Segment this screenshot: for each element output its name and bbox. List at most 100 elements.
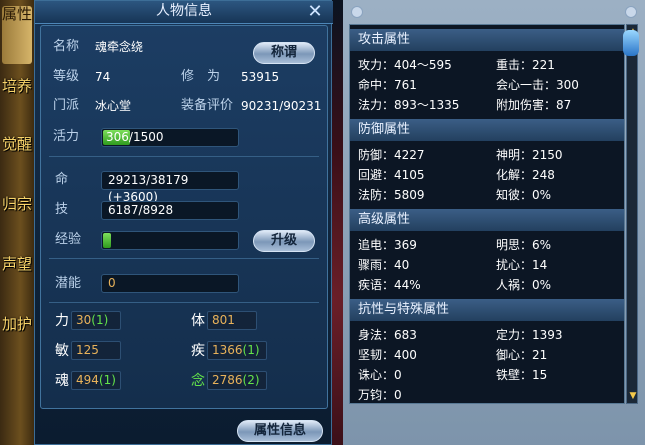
attribute-info-button[interactable]: 属性信息 [237,420,323,442]
tab-attributes[interactable]: 属性 [2,6,32,64]
attr-value: 801 [212,313,235,327]
stat-cell: 附加伤害：87 [496,98,572,112]
stat-cell: 化解：248 [496,168,555,182]
stat-cell: 诛心：0 [358,368,402,382]
stat-cell: 身法：683 [358,328,417,342]
attr-agility-value[interactable]: 125 [71,341,121,360]
upgrade-button[interactable]: 升级 [253,230,315,252]
stat-cell: 骤雨：40 [358,258,410,272]
attr-value: 2786 [212,373,243,387]
attr-bonus: (1) [242,343,260,357]
attr-soul-value[interactable]: 494(1) [71,371,121,390]
attr-constitution-label: 体 [191,313,205,329]
level-value: 74 [95,70,111,84]
section-resist-header: 抗性与特殊属性 [350,299,624,321]
attr-value: 494 [76,373,99,387]
corner-ornament-icon [351,6,363,18]
tab-return-sect[interactable]: 归宗 [2,196,32,236]
stat-cell: 法力：893～1335 [358,98,460,112]
window-title: 人物信息 [35,1,333,24]
section-attack-header: 攻击属性 [350,29,624,51]
stat-cell: 会心一击：300 [496,78,579,92]
vitality-label: 活力 [53,129,80,144]
stat-cell: 明思：6% [496,238,552,252]
attr-strength-value[interactable]: 30(1) [71,311,121,330]
name-label: 名称 [53,39,80,54]
tab-blessing[interactable]: 加护 [2,316,32,356]
tab-label: 培养 [2,77,33,95]
attr-agility-label: 敏 [55,343,69,359]
attr-speed-value[interactable]: 1366(1) [207,341,267,360]
stat-cell: 定力：1393 [496,328,563,342]
stat-cell: 扰心：14 [496,258,548,272]
hp-value: 29213/38179 (+3600) [101,171,239,204]
attribute-list: 攻击属性 攻力：404～595 重击：221 命中：761 会心一击：300 法… [349,24,625,404]
attr-mind-label: 念 [191,373,205,389]
vitality-value: 306/1500 [106,130,164,144]
skill-label: 技 [55,202,69,217]
stat-cell: 知彼：0% [496,188,552,202]
equip-score-label: 装备评价 [181,98,234,113]
attr-bonus: (1) [91,313,109,327]
tab-cultivate[interactable]: 培养 [2,78,32,118]
character-info-panel: 人物信息 ✕ 名称 魂牵念绕 称谓 等级 74 修 为 53915 门派 冰心堂… [34,0,333,445]
stat-cell: 重击：221 [496,58,555,72]
stat-cell: 回避：4105 [358,168,425,182]
scroll-down-icon[interactable]: ▼ [628,391,638,401]
sect-value: 冰心堂 [95,99,132,113]
tab-awaken[interactable]: 觉醒 [2,136,32,176]
side-tab-bar: 属性 培养 觉醒 归宗 声望 加护 [0,0,34,445]
stat-cell: 铁壁：15 [496,368,548,382]
attr-strength-label: 力 [55,313,69,329]
tab-label: 加护 [2,315,33,333]
attr-speed-label: 疾 [191,343,205,359]
tab-label: 属性 [2,5,33,23]
skill-value: 6187/8928 [101,201,239,220]
potential-label: 潜能 [55,276,82,291]
stat-cell: 御心：21 [496,348,548,362]
stat-cell: 追电：369 [358,238,417,252]
attr-value: 30 [76,313,92,327]
attr-constitution-value[interactable]: 801 [207,311,257,330]
divider [49,156,319,157]
info-body: 名称 魂牵念绕 称谓 等级 74 修 为 53915 门派 冰心堂 装备评价 9… [40,25,328,409]
attr-soul-label: 魂 [55,373,69,389]
tab-reputation[interactable]: 声望 [2,256,32,296]
tab-label: 觉醒 [2,135,33,153]
attr-value: 125 [76,343,99,357]
divider [49,258,319,259]
exp-bar [101,231,239,250]
stat-cell: 命中：761 [358,78,417,92]
attr-bonus: (2) [242,373,260,387]
section-defense-header: 防御属性 [350,119,624,141]
gem-ornament-icon [623,30,639,56]
stat-cell: 坚韧：400 [358,348,417,362]
stat-cell: 防御：4227 [358,148,425,162]
tab-label: 归宗 [2,195,33,213]
cultivation-value: 53915 [241,70,280,84]
exp-label: 经验 [55,232,82,247]
divider [49,302,319,303]
attr-value: 1366 [212,343,243,357]
title-button[interactable]: 称谓 [253,42,315,64]
level-label: 等级 [53,69,80,84]
vitality-bar: 306/1500 [101,128,239,147]
sect-label: 门派 [53,98,80,113]
attr-mind-value[interactable]: 2786(2) [207,371,267,390]
stat-cell: 神明：2150 [496,148,563,162]
equip-score-value: 90231/90231 [241,99,322,113]
cultivation-label: 修 为 [181,69,221,84]
exp-fill [103,233,112,248]
attr-bonus: (1) [98,373,116,387]
stat-cell: 法防：5809 [358,188,425,202]
stat-cell: 疾语：44% [358,278,421,292]
potential-value: 0 [101,274,239,293]
tab-label: 声望 [2,255,33,273]
close-icon[interactable]: ✕ [305,2,325,22]
stat-cell: 人祸：0% [496,278,552,292]
attribute-detail-panel: 攻击属性 攻力：404～595 重击：221 命中：761 会心一击：300 法… [343,0,645,445]
attribute-scrollbar[interactable]: ▲ ▼ [626,24,638,404]
stat-cell: 攻力：404～595 [358,58,452,72]
stat-cell: 万钧：0 [358,388,402,402]
name-value: 魂牵念绕 [95,40,144,54]
